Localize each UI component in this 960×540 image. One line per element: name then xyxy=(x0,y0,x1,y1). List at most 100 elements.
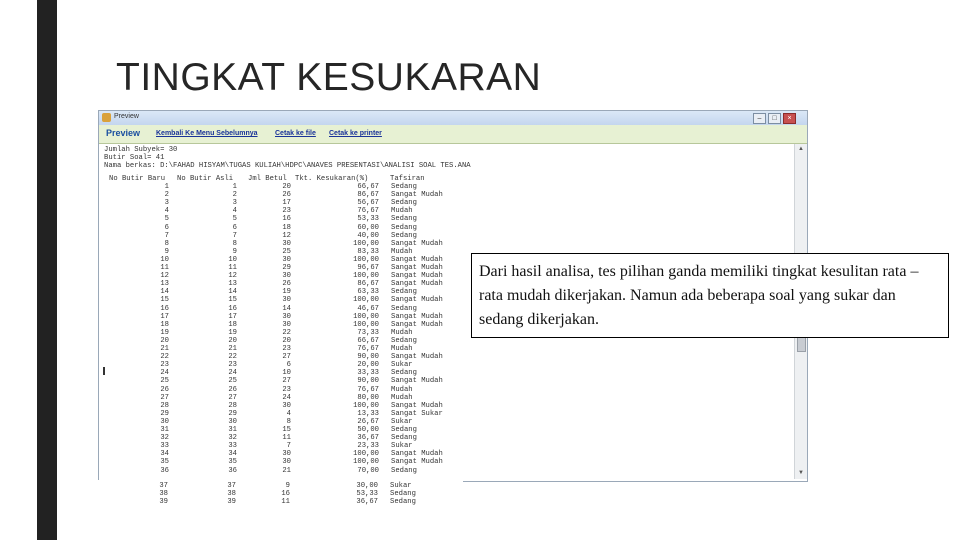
table-cell: 86,67 xyxy=(357,191,379,200)
table-cell: 22 xyxy=(282,328,291,337)
table-cell: Sedang xyxy=(391,215,417,224)
table-cell: 30 xyxy=(282,255,291,264)
table-cell: Sangat Mudah xyxy=(391,272,443,281)
table-cell: 16 xyxy=(282,215,291,224)
table-cell: 80,00 xyxy=(357,393,379,402)
table-cell: 30 xyxy=(282,239,291,248)
table-cell: 6 xyxy=(232,223,237,232)
table-cell: 9 xyxy=(285,482,290,490)
table-cell: 30 xyxy=(282,296,291,305)
menu-print-printer[interactable]: Cetak ke printer xyxy=(329,130,382,137)
table-cell: Sangat Mudah xyxy=(391,353,443,362)
table-cell: 9 xyxy=(164,247,169,256)
table-cell: 76,67 xyxy=(357,345,379,353)
table-cell: 36,67 xyxy=(356,498,378,507)
table-cell: 38 xyxy=(227,490,236,499)
table-cell: Sedang xyxy=(391,183,417,191)
table-cell: 7 xyxy=(164,231,169,240)
table-cell: 39 xyxy=(159,498,168,507)
close-icon[interactable]: × xyxy=(783,113,796,124)
menu-print-file[interactable]: Cetak ke file xyxy=(275,130,316,137)
table-cell: Sedang xyxy=(391,336,417,345)
table-cell: 30 xyxy=(160,417,169,426)
table-cell: 1 xyxy=(232,183,237,191)
subject-count: Jumlah Subyek= 30 xyxy=(104,146,178,154)
table-cell: 33 xyxy=(228,442,237,451)
table-cell: 30,00 xyxy=(356,482,378,490)
table-cell: 30 xyxy=(282,272,291,281)
table-cell: 15 xyxy=(228,296,237,305)
minimize-icon[interactable]: – xyxy=(753,113,766,124)
table-cell: Mudah xyxy=(391,345,413,353)
table-cell: 13 xyxy=(160,280,169,289)
table-cell: 26 xyxy=(160,385,169,394)
table-cell: 31 xyxy=(160,426,169,434)
table-cell: Sedang xyxy=(391,426,417,434)
table-cell: Sukar xyxy=(391,417,413,426)
table-cell: 63,33 xyxy=(357,288,379,297)
table-cell: 66,67 xyxy=(357,336,379,345)
app-icon xyxy=(102,113,111,122)
table-cell: Mudah xyxy=(391,385,413,394)
table-cell: 26,67 xyxy=(357,417,379,426)
column-header: No Butir Baru xyxy=(109,175,166,183)
table-cell: Sedang xyxy=(391,304,417,313)
table-cell: 27 xyxy=(228,393,237,402)
side-tick xyxy=(103,367,105,375)
table-cell: Sangat Mudah xyxy=(391,239,443,248)
scroll-down-icon[interactable]: ▼ xyxy=(796,469,806,478)
table-cell: 24 xyxy=(160,369,169,378)
table-cell: 22 xyxy=(160,353,169,362)
table-cell: 21 xyxy=(228,345,237,353)
scroll-up-icon[interactable]: ▲ xyxy=(796,145,806,154)
analysis-note: Dari hasil analisa, tes pilihan ganda me… xyxy=(471,253,949,338)
table-cell: 23 xyxy=(282,207,291,216)
table-cell: 60,00 xyxy=(357,223,379,232)
table-cell: 18 xyxy=(282,223,291,232)
table-cell: 9 xyxy=(232,247,237,256)
table-cell: 27 xyxy=(160,393,169,402)
table-cell: 3 xyxy=(164,199,169,208)
table-cell: 19 xyxy=(282,288,291,297)
table-cell: 11 xyxy=(282,434,291,443)
report-overflow: 37 37 9 30,00 Sukar 38 38 16 53,33 Sedang 39 39 11 36… xyxy=(98,480,463,514)
table-cell: 12 xyxy=(282,231,291,240)
table-cell: 7 xyxy=(232,231,237,240)
table-cell: Sukar xyxy=(391,361,413,370)
table-cell: Sedang xyxy=(391,434,417,443)
table-cell: 25 xyxy=(282,247,291,256)
left-accent-bar xyxy=(37,0,57,540)
table-cell: 26 xyxy=(282,280,291,289)
maximize-icon[interactable]: □ xyxy=(768,113,781,124)
table-cell: 4 xyxy=(286,409,291,418)
table-cell: 100,00 xyxy=(353,458,379,467)
menu-back[interactable]: Kembali Ke Menu Sebelumnya xyxy=(156,130,258,137)
table-cell: 30 xyxy=(282,450,291,459)
table-cell: 73,33 xyxy=(357,328,379,337)
table-cell: Sangat Mudah xyxy=(391,296,443,305)
table-cell: Sangat Mudah xyxy=(391,450,443,459)
table-cell: 39 xyxy=(227,498,236,507)
table-cell: 6 xyxy=(286,361,291,370)
table-cell: Sedang xyxy=(391,466,417,475)
table-cell: 10 xyxy=(228,255,237,264)
table-cell: Sedang xyxy=(391,231,417,240)
table-cell: 32 xyxy=(160,434,169,443)
table-cell: 37 xyxy=(159,482,168,490)
table-cell: 34 xyxy=(228,450,237,459)
item-count: Butir Soal= 41 xyxy=(104,154,165,162)
table-cell: 28 xyxy=(228,401,237,410)
table-cell: 6 xyxy=(164,223,169,232)
window-titlebar: Preview – □ × xyxy=(99,111,807,125)
table-cell: 23 xyxy=(228,361,237,370)
table-cell: 31 xyxy=(228,426,237,434)
table-cell: 2 xyxy=(164,191,169,200)
table-cell: 23 xyxy=(282,345,291,353)
column-header: No Butir Asli xyxy=(177,175,234,183)
table-cell: 10 xyxy=(160,255,169,264)
table-cell: 8 xyxy=(164,239,169,248)
table-cell: 35 xyxy=(160,458,169,467)
column-header: Tafsiran xyxy=(390,175,425,183)
table-cell: Sedang xyxy=(391,223,417,232)
menu-preview[interactable]: Preview xyxy=(106,128,140,138)
